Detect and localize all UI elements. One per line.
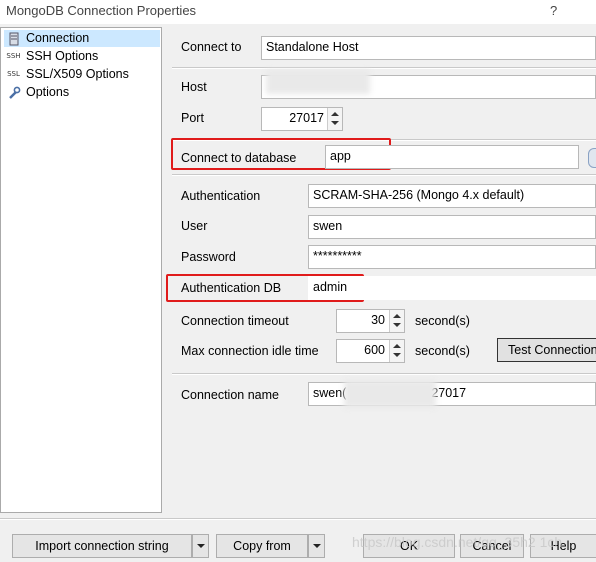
sidebar: Connection SSH SSH Options SSL SSL/X509 … xyxy=(0,27,162,513)
wrench-icon xyxy=(6,86,21,99)
idle-unit: second(s) xyxy=(415,344,470,358)
sidebar-item-ssl-options[interactable]: SSL SSL/X509 Options xyxy=(4,66,160,83)
sidebar-item-label: SSH Options xyxy=(26,49,99,63)
idle-time-spinner[interactable]: 600 xyxy=(336,339,405,363)
connect-db-value: app xyxy=(330,149,351,163)
connect-to-value: Standalone Host xyxy=(266,40,359,54)
connection-name-label: Connection name xyxy=(181,388,279,402)
port-value: 27017 xyxy=(289,111,324,125)
idle-time-label: Max connection idle time xyxy=(181,344,319,358)
connection-timeout-value: 30 xyxy=(371,313,385,327)
window-title: MongoDB Connection Properties xyxy=(6,3,197,18)
authentication-label: Authentication xyxy=(181,189,261,203)
ssl-icon: SSL xyxy=(7,70,20,78)
password-input[interactable]: ********** xyxy=(308,245,596,269)
watermark: https://blog.csdn.net/qq_35h2 1ch xyxy=(352,534,563,550)
auth-db-label: Authentication DB xyxy=(181,281,282,295)
idle-time-value: 600 xyxy=(364,343,385,357)
port-spinner[interactable]: 27017 xyxy=(261,107,343,131)
user-input[interactable]: swen xyxy=(308,215,596,239)
separator xyxy=(172,373,596,375)
browse-database-icon[interactable] xyxy=(588,148,596,168)
chevron-down-icon xyxy=(197,544,205,548)
import-connection-string-button[interactable]: Import connection string xyxy=(12,534,192,558)
auth-db-value: admin xyxy=(313,280,348,294)
sidebar-item-connection[interactable]: Connection xyxy=(4,30,160,47)
password-value: ********** xyxy=(313,249,362,263)
user-label: User xyxy=(181,219,208,233)
sidebar-item-label: Connection xyxy=(26,31,90,45)
password-label: Password xyxy=(181,250,236,264)
separator xyxy=(172,67,596,69)
server-icon xyxy=(6,32,21,46)
chevron-down-icon xyxy=(313,544,321,548)
connection-name-prefix: swen( xyxy=(313,386,347,400)
connection-name-suffix: 27017 xyxy=(431,386,467,400)
connect-to-select[interactable]: Standalone Host xyxy=(261,36,596,60)
separator xyxy=(172,174,596,176)
connect-db-input[interactable]: app xyxy=(325,145,579,169)
sidebar-item-label: Options xyxy=(26,85,70,99)
port-label: Port xyxy=(181,111,204,125)
port-spin-buttons[interactable] xyxy=(327,108,342,130)
sidebar-item-label: SSL/X509 Options xyxy=(26,67,129,81)
connection-timeout-spinner[interactable]: 30 xyxy=(336,309,405,333)
connect-db-label: Connect to database xyxy=(181,151,297,165)
user-value: swen xyxy=(313,219,343,233)
idle-time-spin-buttons[interactable] xyxy=(389,340,404,362)
help-icon[interactable]: ? xyxy=(550,3,557,18)
sidebar-item-ssh-options[interactable]: SSH SSH Options xyxy=(4,48,160,65)
footer-separator xyxy=(0,518,596,520)
connection-timeout-spin-buttons[interactable] xyxy=(389,310,404,332)
test-connection-button[interactable]: Test Connection xyxy=(497,338,596,362)
ssh-icon: SSH xyxy=(6,52,21,60)
redaction-blur xyxy=(344,380,436,408)
auth-db-input[interactable]: admin xyxy=(308,276,596,300)
authentication-select[interactable]: SCRAM-SHA-256 (Mongo 4.x default) xyxy=(308,184,596,208)
title-bar: MongoDB Connection Properties ? xyxy=(0,0,596,24)
authentication-value: SCRAM-SHA-256 (Mongo 4.x default) xyxy=(313,188,525,202)
redaction-blur xyxy=(266,70,370,94)
connect-to-label: Connect to xyxy=(181,40,242,54)
host-label: Host xyxy=(181,80,207,94)
copy-from-button[interactable]: Copy from xyxy=(216,534,308,558)
sidebar-item-options[interactable]: Options xyxy=(4,84,160,101)
timeout-unit: second(s) xyxy=(415,314,470,328)
connection-timeout-label: Connection timeout xyxy=(181,314,289,328)
